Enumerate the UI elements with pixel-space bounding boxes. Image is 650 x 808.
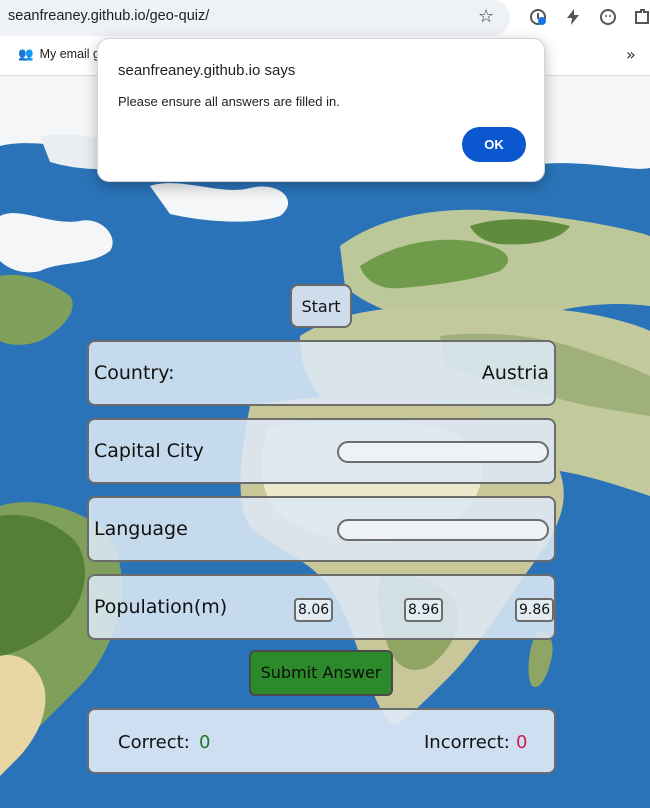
ghost-extension-icon[interactable] <box>598 7 618 27</box>
address-bar[interactable]: seanfreaney.github.io/geo-quiz/ ☆ <box>0 0 510 36</box>
population-label: Population(m) <box>94 596 228 618</box>
browser-toolbar: seanfreaney.github.io/geo-quiz/ ☆ <box>0 0 650 37</box>
more-bookmarks-icon[interactable]: » <box>626 45 636 64</box>
language-panel: Language <box>87 496 556 562</box>
bookmark-star-icon[interactable]: ☆ <box>478 6 494 27</box>
correct-label: Correct: <box>118 732 190 753</box>
extensions-puzzle-icon[interactable] <box>632 7 650 27</box>
population-panel: Population(m) 8.06 8.96 9.86 <box>87 574 556 640</box>
url-text[interactable]: seanfreaney.github.io/geo-quiz/ <box>8 8 209 24</box>
capital-city-input[interactable] <box>337 441 549 463</box>
dialog-title: seanfreaney.github.io says <box>118 62 296 79</box>
capital-city-label: Capital City <box>94 440 204 462</box>
submit-answer-button[interactable]: Submit Answer <box>249 650 393 696</box>
bolt-extension-icon[interactable] <box>563 7 583 27</box>
country-value: Austria <box>481 362 549 384</box>
ok-button[interactable]: OK <box>462 127 526 162</box>
alert-dialog: seanfreaney.github.io says Please ensure… <box>97 38 545 182</box>
score-panel: Correct: 0 Incorrect: 0 <box>87 708 556 774</box>
language-input[interactable] <box>337 519 549 541</box>
start-button[interactable]: Start <box>290 284 352 328</box>
dialog-message: Please ensure all answers are filled in. <box>118 94 340 109</box>
correct-count: 0 <box>199 732 211 753</box>
population-option[interactable]: 9.86 <box>515 598 555 622</box>
language-label: Language <box>94 518 188 540</box>
population-option[interactable]: 8.96 <box>404 598 444 622</box>
bookmark-item[interactable]: 👥 My email g <box>18 47 100 62</box>
people-icon: 👥 <box>18 47 34 61</box>
bookmark-label: My email g <box>39 47 101 61</box>
country-panel: Country: Austria <box>87 340 556 406</box>
lastpass-extension-icon[interactable] <box>528 7 548 27</box>
incorrect-label: Incorrect: <box>424 732 510 753</box>
country-label: Country: <box>94 362 175 384</box>
capital-city-panel: Capital City <box>87 418 556 484</box>
incorrect-count: 0 <box>516 732 528 753</box>
population-option[interactable]: 8.06 <box>294 598 334 622</box>
